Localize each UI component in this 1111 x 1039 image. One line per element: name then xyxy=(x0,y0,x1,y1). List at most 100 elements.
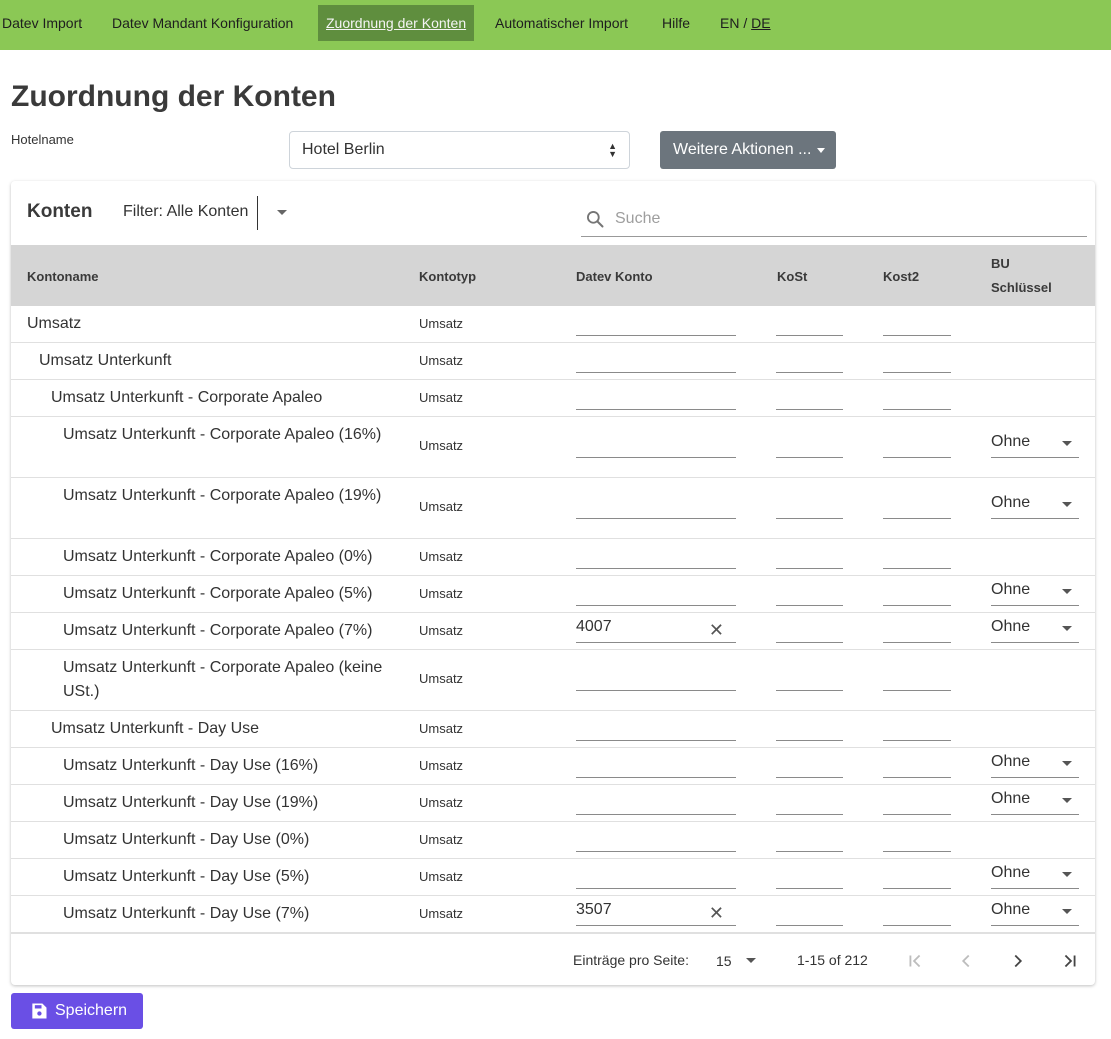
kost2-field[interactable] xyxy=(883,758,951,778)
kost2-field[interactable] xyxy=(883,499,951,519)
kost-field[interactable] xyxy=(776,390,843,410)
kost2-field[interactable] xyxy=(883,549,951,569)
kost2-field[interactable] xyxy=(883,438,951,458)
kost-field[interactable] xyxy=(776,623,843,643)
per-page-label: Einträge pro Seite: xyxy=(573,952,689,968)
kost2-field[interactable] xyxy=(883,795,951,815)
clear-icon[interactable]: ✕ xyxy=(709,620,724,641)
datev-konto-field[interactable] xyxy=(576,869,736,889)
datev-konto-field[interactable] xyxy=(576,832,736,852)
bu-schluessel-select[interactable]: Ohne xyxy=(991,896,1079,926)
bu-schluessel-select[interactable]: Ohne xyxy=(991,785,1079,815)
account-name: Umsatz Unterkunft - Day Use (16%) xyxy=(63,757,319,774)
per-page-select[interactable]: 15 xyxy=(716,953,732,969)
kost-field[interactable] xyxy=(776,586,843,606)
datev-konto-field[interactable] xyxy=(576,438,736,458)
kost2-field[interactable] xyxy=(883,623,951,643)
kost-field[interactable] xyxy=(776,438,843,458)
prev-page-icon[interactable] xyxy=(955,950,979,972)
col-kontotyp[interactable]: Kontotyp xyxy=(419,269,476,284)
datev-konto-field[interactable]: 4007 ✕ xyxy=(576,618,736,643)
lang-en-link[interactable]: EN xyxy=(720,15,739,31)
col-kost2[interactable]: Kost2 xyxy=(883,269,919,284)
bu-schluessel-value: Ohne xyxy=(991,790,1031,807)
kost-field[interactable] xyxy=(776,316,843,336)
search-input[interactable] xyxy=(613,209,1073,229)
kost-field[interactable] xyxy=(776,906,843,926)
lang-de-link[interactable]: DE xyxy=(751,15,770,31)
datev-konto-field[interactable] xyxy=(576,671,736,691)
kost2-field[interactable] xyxy=(883,390,951,410)
first-page-icon[interactable] xyxy=(904,950,928,972)
last-page-icon[interactable] xyxy=(1059,950,1083,972)
clear-icon[interactable]: ✕ xyxy=(709,903,724,924)
kost-field[interactable] xyxy=(776,869,843,889)
save-button[interactable]: Speichern xyxy=(11,993,143,1029)
datev-konto-field[interactable] xyxy=(576,721,736,741)
nav-automatischer-import[interactable]: Automatischer Import xyxy=(495,0,628,46)
table-row: Umsatz Unterkunft Umsatz xyxy=(11,343,1095,380)
bu-schluessel-value: Ohne xyxy=(991,433,1031,450)
col-datev-konto[interactable]: Datev Konto xyxy=(576,269,653,284)
datev-konto-field[interactable] xyxy=(576,758,736,778)
nav-zuordnung-der-konten[interactable]: Zuordnung der Konten xyxy=(318,5,475,41)
account-name: Umsatz Unterkunft - Day Use (5%) xyxy=(63,868,310,885)
kost2-field[interactable] xyxy=(883,316,951,336)
bu-schluessel-value: Ohne xyxy=(991,753,1031,770)
bu-schluessel-select[interactable]: Ohne xyxy=(991,428,1079,458)
table-header: Kontoname Kontotyp Datev Konto KoSt Kost… xyxy=(11,245,1095,306)
kost2-field[interactable] xyxy=(883,671,951,691)
kost2-field[interactable] xyxy=(883,906,951,926)
hotel-select-value: Hotel Berlin xyxy=(302,141,385,158)
kost2-field[interactable] xyxy=(883,832,951,852)
kost-field[interactable] xyxy=(776,721,843,741)
kost2-field[interactable] xyxy=(883,586,951,606)
kost2-field[interactable] xyxy=(883,353,951,373)
accounts-card: Konten Filter: Alle Konten Kontoname Kon… xyxy=(11,181,1095,985)
datev-konto-field[interactable] xyxy=(576,795,736,815)
more-actions-button[interactable]: Weitere Aktionen ... xyxy=(660,131,836,169)
next-page-icon[interactable] xyxy=(1007,950,1031,972)
table-row: Umsatz Unterkunft - Corporate Apaleo (16… xyxy=(11,417,1095,478)
filter-select[interactable]: Filter: Alle Konten xyxy=(123,203,248,221)
account-name: Umsatz Unterkunft - Day Use (0%) xyxy=(63,831,310,848)
bu-schluessel-select[interactable]: Ohne xyxy=(991,576,1079,606)
select-updown-icon: ▲ ▼ xyxy=(608,141,617,159)
hotel-select[interactable]: Hotel Berlin ▲ ▼ xyxy=(289,131,630,169)
table-row: Umsatz Unterkunft - Corporate Apaleo (19… xyxy=(11,478,1095,539)
bu-schluessel-value: Ohne xyxy=(991,581,1031,598)
bu-schluessel-select[interactable]: Ohne xyxy=(991,613,1079,643)
kost-field[interactable] xyxy=(776,671,843,691)
kost-field[interactable] xyxy=(776,758,843,778)
datev-konto-field[interactable]: 3507 ✕ xyxy=(576,901,736,926)
kost-field[interactable] xyxy=(776,353,843,373)
col-bu-label-line1: BU xyxy=(991,256,1010,271)
kost2-field[interactable] xyxy=(883,869,951,889)
nav-datev-import[interactable]: Datev Import xyxy=(2,0,82,46)
kost-field[interactable] xyxy=(776,832,843,852)
col-kontoname[interactable]: Kontoname xyxy=(27,269,99,284)
per-page-dropdown-icon[interactable] xyxy=(746,958,756,963)
filter-dropdown-icon[interactable] xyxy=(277,210,287,215)
col-kost[interactable]: KoSt xyxy=(777,269,807,284)
bu-schluessel-select[interactable]: Ohne xyxy=(991,748,1079,778)
kost-field[interactable] xyxy=(776,795,843,815)
datev-konto-field[interactable] xyxy=(576,316,736,336)
page-range: 1-15 of 212 xyxy=(797,952,868,968)
bu-schluessel-select[interactable]: Ohne xyxy=(991,859,1079,889)
dropdown-arrow-icon xyxy=(1062,798,1072,803)
kost-field[interactable] xyxy=(776,499,843,519)
account-type: Umsatz xyxy=(419,499,464,514)
datev-konto-field[interactable] xyxy=(576,499,736,519)
nav-mandant-konfiguration[interactable]: Datev Mandant Konfiguration xyxy=(112,0,293,46)
table-row: Umsatz Unterkunft - Day Use (19%) Umsatz O… xyxy=(11,785,1095,822)
nav-hilfe[interactable]: Hilfe xyxy=(662,0,690,46)
table-row: Umsatz Umsatz xyxy=(11,306,1095,343)
datev-konto-field[interactable] xyxy=(576,549,736,569)
datev-konto-field[interactable] xyxy=(576,353,736,373)
kost-field[interactable] xyxy=(776,549,843,569)
datev-konto-field[interactable] xyxy=(576,586,736,606)
datev-konto-field[interactable] xyxy=(576,390,736,410)
kost2-field[interactable] xyxy=(883,721,951,741)
bu-schluessel-select[interactable]: Ohne xyxy=(991,489,1079,519)
